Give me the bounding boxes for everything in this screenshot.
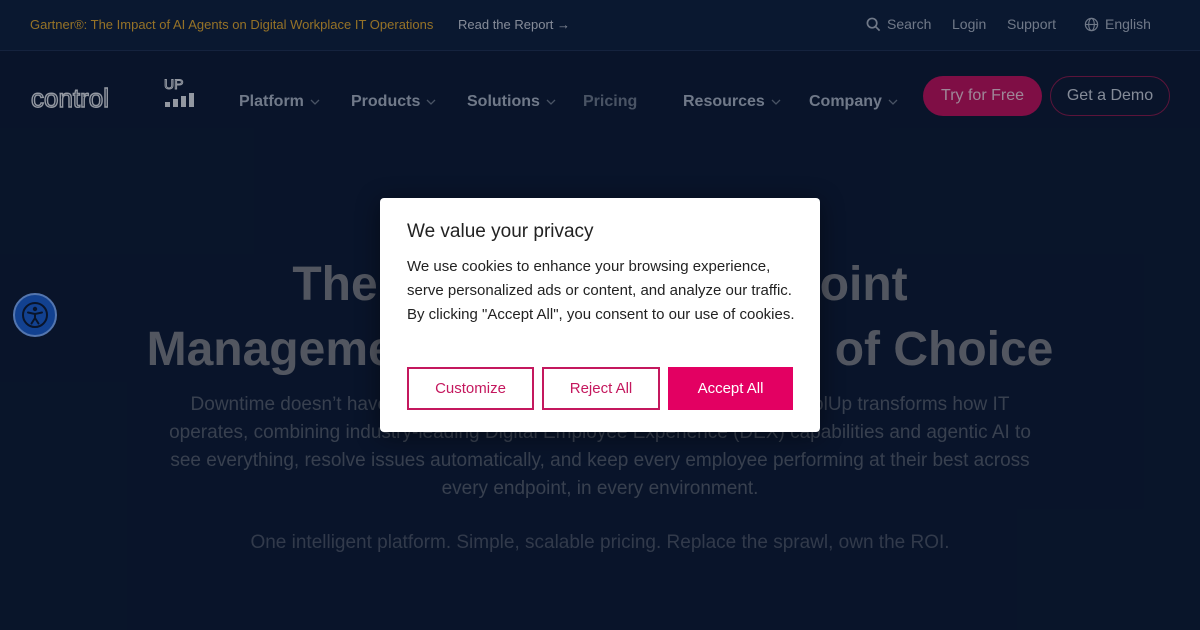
reject-all-button[interactable]: Reject All	[542, 367, 660, 410]
accept-all-button[interactable]: Accept All	[668, 367, 793, 410]
cookie-dialog-title: We value your privacy	[407, 221, 594, 242]
customize-button[interactable]: Customize	[407, 367, 534, 410]
cookie-consent-dialog: We value your privacy We use cookies to …	[380, 198, 820, 432]
cookie-dialog-text: We use cookies to enhance your browsing …	[407, 258, 795, 323]
